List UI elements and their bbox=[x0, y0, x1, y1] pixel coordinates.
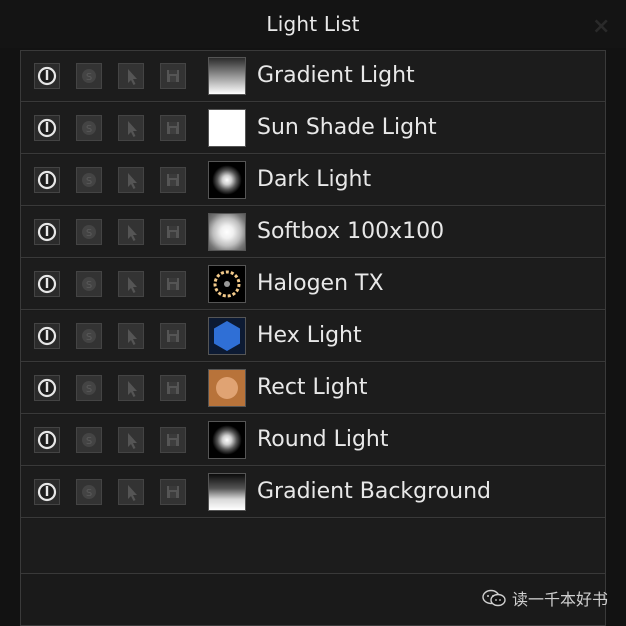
save-button[interactable] bbox=[160, 323, 186, 349]
solo-button[interactable]: S bbox=[76, 323, 102, 349]
solo-button[interactable]: S bbox=[76, 375, 102, 401]
svg-text:S: S bbox=[86, 228, 92, 239]
light-thumbnail bbox=[208, 265, 246, 303]
power-toggle-button[interactable] bbox=[34, 271, 60, 297]
light-row[interactable]: S Gradient Light bbox=[21, 51, 605, 102]
save-button[interactable] bbox=[160, 115, 186, 141]
light-row[interactable]: S Round Light bbox=[21, 415, 605, 466]
select-button[interactable] bbox=[118, 167, 144, 193]
light-row[interactable]: S Dark Light bbox=[21, 155, 605, 206]
window-title: Light List bbox=[266, 12, 360, 36]
light-thumbnail bbox=[208, 473, 246, 511]
light-row[interactable]: S Hex Light bbox=[21, 311, 605, 362]
svg-text:S: S bbox=[86, 436, 92, 447]
save-button[interactable] bbox=[160, 375, 186, 401]
select-button[interactable] bbox=[118, 427, 144, 453]
light-name: Rect Light bbox=[257, 375, 368, 400]
select-button[interactable] bbox=[118, 479, 144, 505]
light-row[interactable]: S Softbox 100x100 bbox=[21, 207, 605, 258]
light-name: Dark Light bbox=[257, 167, 372, 192]
watermark-text: 读一千本好书 bbox=[511, 590, 608, 609]
light-thumbnail bbox=[208, 369, 246, 407]
solo-button[interactable]: S bbox=[76, 167, 102, 193]
save-button[interactable] bbox=[160, 219, 186, 245]
light-name: Halogen TX bbox=[257, 271, 384, 296]
light-thumbnail bbox=[208, 213, 246, 251]
power-toggle-button[interactable] bbox=[34, 375, 60, 401]
light-thumbnail bbox=[208, 317, 246, 355]
svg-text:S: S bbox=[86, 384, 92, 395]
light-name: Gradient Light bbox=[257, 63, 415, 88]
svg-text:S: S bbox=[86, 124, 92, 135]
svg-text:S: S bbox=[86, 488, 92, 499]
select-button[interactable] bbox=[118, 375, 144, 401]
light-thumbnail bbox=[208, 109, 246, 147]
light-name: Round Light bbox=[257, 427, 389, 452]
empty-row bbox=[21, 519, 605, 574]
select-button[interactable] bbox=[118, 115, 144, 141]
solo-button[interactable]: S bbox=[76, 479, 102, 505]
solo-button[interactable]: S bbox=[76, 271, 102, 297]
svg-text:S: S bbox=[86, 176, 92, 187]
select-button[interactable] bbox=[118, 323, 144, 349]
power-toggle-button[interactable] bbox=[34, 479, 60, 505]
select-button[interactable] bbox=[118, 63, 144, 89]
svg-text:S: S bbox=[86, 332, 92, 343]
light-row[interactable]: S Halogen TX bbox=[21, 259, 605, 310]
save-button[interactable] bbox=[160, 63, 186, 89]
power-toggle-button[interactable] bbox=[34, 323, 60, 349]
light-list-window: Light List × S Gradient Light S Sun Shade L… bbox=[0, 0, 626, 626]
light-name: Softbox 100x100 bbox=[257, 219, 445, 244]
watermark: 读一千本好书 bbox=[482, 586, 608, 610]
light-name: Sun Shade Light bbox=[257, 115, 437, 140]
power-toggle-button[interactable] bbox=[34, 63, 60, 89]
power-toggle-button[interactable] bbox=[34, 115, 60, 141]
close-icon[interactable]: × bbox=[592, 16, 610, 38]
solo-button[interactable]: S bbox=[76, 115, 102, 141]
svg-text:S: S bbox=[86, 72, 92, 83]
title-bar[interactable]: Light List × bbox=[0, 0, 626, 48]
light-name: Hex Light bbox=[257, 323, 362, 348]
light-row[interactable]: S Rect Light bbox=[21, 363, 605, 414]
light-thumbnail bbox=[208, 57, 246, 95]
save-button[interactable] bbox=[160, 271, 186, 297]
power-toggle-button[interactable] bbox=[34, 219, 60, 245]
solo-button[interactable]: S bbox=[76, 219, 102, 245]
save-button[interactable] bbox=[160, 427, 186, 453]
light-row[interactable]: S Sun Shade Light bbox=[21, 103, 605, 154]
solo-button[interactable]: S bbox=[76, 427, 102, 453]
light-row[interactable]: S Gradient Background bbox=[21, 467, 605, 518]
light-list: S Gradient Light S Sun Shade Light S Dark Lig… bbox=[20, 50, 606, 626]
solo-button[interactable]: S bbox=[76, 63, 102, 89]
light-thumbnail bbox=[208, 161, 246, 199]
light-name: Gradient Background bbox=[257, 479, 491, 504]
select-button[interactable] bbox=[118, 219, 144, 245]
save-button[interactable] bbox=[160, 167, 186, 193]
power-toggle-button[interactable] bbox=[34, 427, 60, 453]
svg-text:S: S bbox=[86, 280, 92, 291]
wechat-icon bbox=[482, 589, 506, 607]
light-thumbnail bbox=[208, 421, 246, 459]
power-toggle-button[interactable] bbox=[34, 167, 60, 193]
save-button[interactable] bbox=[160, 479, 186, 505]
select-button[interactable] bbox=[118, 271, 144, 297]
